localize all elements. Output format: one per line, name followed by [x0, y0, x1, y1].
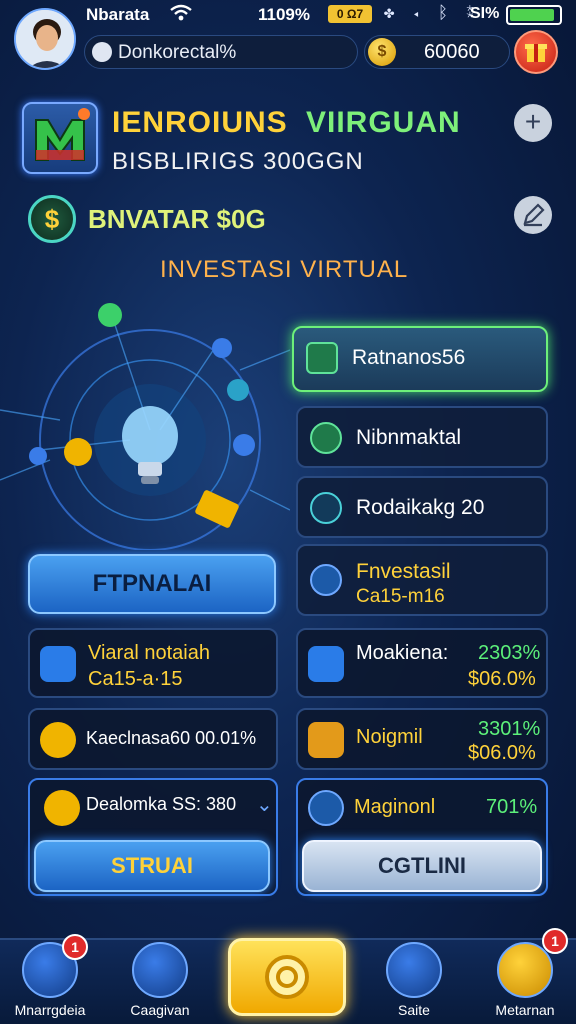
struai-button[interactable]: STRUAI — [34, 840, 270, 892]
chart-icon — [306, 342, 338, 374]
stat-card-4-value: $06.0% — [468, 742, 536, 764]
search-text[interactable]: Donkorectal% — [118, 42, 236, 64]
pencil-icon — [523, 203, 545, 227]
globe-icon — [310, 422, 342, 454]
struai-label: STRUAI — [111, 853, 193, 878]
nav-item-site-label: Saite — [398, 1002, 430, 1018]
battery-percent: 1109% — [258, 5, 310, 24]
coin-icon: $ — [368, 38, 396, 66]
plus-icon: + — [524, 106, 542, 137]
nav-item-site[interactable]: Saite — [372, 942, 456, 1018]
chevron-down-icon[interactable]: ⌄ — [256, 792, 273, 817]
ftpnalai-label: FTPNALAI — [92, 570, 212, 597]
coin-center-icon — [265, 955, 309, 999]
stat-card-2-label: Moakiena: — [356, 642, 449, 664]
gift-icon — [525, 44, 547, 62]
avatar[interactable] — [14, 8, 76, 70]
nav-item-wallet[interactable]: Caagivan — [118, 942, 202, 1018]
coin-icon — [40, 722, 76, 758]
action-card-right-percent: 701% — [486, 796, 538, 818]
gear-icon — [497, 942, 553, 998]
menu-item-3[interactable]: Rodaikakg 20 — [296, 476, 548, 538]
menu-item-4[interactable]: Fnvestasil Ca15-m16 — [296, 544, 548, 616]
search-icon — [92, 42, 112, 62]
stat-card-2-value: $06.0% — [468, 668, 536, 690]
stat-card-4[interactable]: Noigmil 3301% $06.0% — [296, 708, 548, 770]
cgtlini-button[interactable]: CGTLINI — [302, 840, 542, 892]
stat-card-1[interactable]: Viaral notaiah Ca15-a·15 — [28, 628, 278, 698]
menu-item-2-label: Nibnmaktal — [356, 426, 462, 449]
nav-item-settings-label: Metarnan — [495, 1002, 555, 1018]
menu-item-1[interactable]: Ratnanos56 — [292, 326, 548, 392]
avatar-image — [16, 10, 74, 68]
coin-balance: 60060 — [424, 41, 480, 63]
balance-text: BNVATAR $0G — [88, 204, 266, 234]
status-icons: ✤ ◂ ᛒ ⁑ — [384, 3, 481, 22]
nav-badge-settings: 1 — [542, 928, 568, 954]
stat-card-2-percent: 2303% — [478, 642, 541, 664]
section-title: INVESTASI VIRTUAL — [160, 256, 409, 283]
wallet-icon — [132, 942, 188, 998]
battery-icon — [506, 5, 562, 25]
cgtlini-label: CGTLINI — [378, 853, 466, 878]
target-icon — [308, 790, 344, 826]
dollar-icon: $ — [28, 195, 76, 243]
nav-item-home-label: Mnarrgdeia — [14, 1002, 86, 1018]
nav-badge-home: 1 — [62, 934, 88, 960]
nav-item-wallet-label: Caagivan — [130, 1002, 190, 1018]
stat-card-4-label: Noigmil — [356, 726, 423, 748]
leaf-icon — [310, 564, 342, 596]
stat-card-3-text: Kaeclnasa60 00.01% — [86, 728, 257, 748]
gift-button[interactable] — [514, 30, 558, 74]
app-subtitle: BISBLIRIGS 300GGN — [112, 148, 364, 175]
menu-item-1-label: Ratnanos56 — [352, 346, 466, 369]
menu-item-3-label: Rodaikakg 20 — [356, 496, 485, 519]
m-logo-icon — [35, 108, 90, 161]
stat-card-4-percent: 3301% — [478, 718, 541, 740]
app-name-part2: VIIRGUAN — [306, 106, 461, 139]
stat-card-2[interactable]: Moakiena: 2303% $06.0% — [296, 628, 548, 698]
growth-chart-icon — [40, 646, 76, 682]
circuit-lightbulb-illustration — [0, 303, 290, 550]
coin-stack-icon — [44, 790, 80, 826]
menu-item-4-sub: Ca15-m16 — [356, 586, 445, 607]
carrier-name: Nbarata — [86, 5, 150, 24]
menu-item-4-label: Fnvestasil — [356, 560, 451, 583]
menu-item-2[interactable]: Nibnmaktal — [296, 406, 548, 468]
action-card-left-text: Dealomka SS: 380 — [86, 794, 237, 814]
center-action-button[interactable] — [228, 938, 346, 1016]
document-icon — [386, 942, 442, 998]
stat-card-1-title: Viaral notaiah — [88, 642, 210, 664]
status-badge: 0 Ω7 — [328, 5, 372, 23]
action-card-right-label: Maginonl — [354, 796, 436, 818]
ftpnalai-button[interactable]: FTPNALAI — [28, 554, 276, 614]
edit-button[interactable] — [514, 196, 552, 234]
gauge-icon — [310, 492, 342, 524]
stat-card-1-value: Ca15-a·15 — [88, 668, 183, 690]
app-logo — [22, 102, 98, 174]
add-button[interactable]: + — [514, 104, 552, 142]
battery-percent-2: SI% — [470, 5, 500, 22]
app-name-part1: IENROIUNS — [112, 106, 288, 139]
bar-chart-icon — [308, 722, 344, 758]
wallet-icon — [308, 646, 344, 682]
stat-card-3[interactable]: Kaeclnasa60 00.01% — [28, 708, 278, 770]
wifi-icon — [170, 4, 192, 21]
